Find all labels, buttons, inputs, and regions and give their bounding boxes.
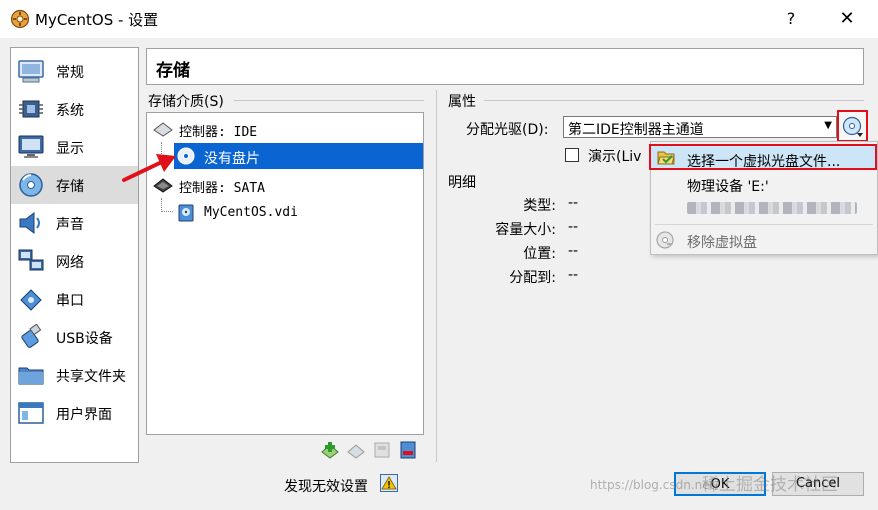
tree-item-hard-disk[interactable]: MyCentOS.vdi [174,200,423,226]
add-controller-icon[interactable] [320,440,340,460]
nav-label: 声音 [56,217,84,233]
annotation-arrow [122,154,176,182]
details-label: 明细 [448,175,476,191]
menu-item-blurred[interactable] [651,195,877,221]
blurred-text [687,202,857,214]
nav-item-general[interactable]: 常规 [11,52,138,90]
nav-item-serial[interactable]: 串口 [11,280,138,318]
storage-tree: 控制器: IDE 没有盘片 控制器: SATA MyCentOS.vdi [146,112,424,435]
detail-value: -- [568,219,579,235]
optical-drive-label: 分配光驱(D): [466,122,549,138]
page-title: 存储 [156,61,190,81]
remove-disc-icon [656,231,674,249]
optical-drive-value: 第二IDE控制器主通道 [568,122,704,138]
optical-drive-select[interactable]: 第二IDE控制器主通道 ▼ [563,116,837,138]
menu-item-label: 移除虚拟盘 [687,235,757,251]
tree-connector [161,198,173,212]
nav-label: 常规 [56,65,84,81]
settings-nav: 常规 系统 显示 存储 声音 网络 串口 USB设备 共享文件夹 用户界面 [10,47,139,463]
nav-item-display[interactable]: 显示 [11,128,138,166]
nav-label: 系统 [56,103,84,119]
watermark-brand: 稀土掘金技术社区 [702,475,838,495]
attributes-label: 属性 [448,94,476,110]
system-chip-icon [19,100,43,118]
usb-icon [21,324,42,348]
nav-item-user-interface[interactable]: 用户界面 [11,394,138,432]
nav-item-system[interactable]: 系统 [11,90,138,128]
window-title: MyCentOS - 设置 [35,11,159,29]
nav-item-audio[interactable]: 声音 [11,204,138,242]
storage-disk-icon [19,173,43,197]
invalid-settings-label: 发现无效设置 [284,479,368,495]
tree-label: 没有盘片 [204,151,260,167]
choose-disc-button[interactable] [837,110,868,142]
divider [484,100,864,101]
menu-item-remove-disc[interactable]: 移除虚拟盘 [651,227,877,253]
nav-label: 存储 [56,179,84,195]
storage-media-label: 存储介质(S) [148,94,224,110]
title-bar: MyCentOS - 设置 ? ✕ [0,0,878,38]
disc-popup-menu: 选择一个虚拟光盘文件... 物理设备 'E:' 移除虚拟盘 [649,141,878,255]
remove-attachment-icon[interactable] [398,440,418,460]
menu-separator [655,224,873,225]
nav-item-shared-folders[interactable]: 共享文件夹 [11,356,138,394]
network-icon [18,249,44,271]
general-icon [18,60,44,83]
folder-open-icon [657,151,675,165]
nav-label: 用户界面 [56,407,112,423]
chevron-down-icon: ▼ [824,120,832,131]
remove-controller-icon[interactable] [346,440,366,460]
tree-label: MyCentOS.vdi [204,205,298,220]
nav-item-network[interactable]: 网络 [11,242,138,280]
warning-icon[interactable] [380,474,398,492]
nav-label: 网络 [56,255,84,271]
user-interface-icon [18,402,44,424]
virtualbox-app-icon [10,9,30,29]
tree-label: 控制器: SATA [179,181,265,196]
menu-item-label: 物理设备 'E:' [687,179,769,195]
divider [234,100,424,101]
tree-item-ide-controller[interactable]: 控制器: IDE [149,116,423,142]
nav-label: USB设备 [56,331,113,347]
detail-key: 类型: [523,198,556,214]
nav-item-usb[interactable]: USB设备 [11,318,138,356]
speaker-icon [19,212,40,234]
detail-key: 容量大小: [495,222,556,238]
vertical-divider [436,90,437,462]
nav-label: 共享文件夹 [56,369,126,385]
page-header: 存储 [146,48,864,85]
close-button[interactable]: ✕ [824,4,870,34]
optical-disc-menu-icon [842,116,863,137]
controller-icon [153,122,173,137]
detail-value: -- [568,267,579,283]
nav-item-storage[interactable]: 存储 [11,166,138,204]
detail-value: -- [568,243,579,259]
add-attachment-icon[interactable] [372,440,392,460]
detail-key: 分配到: [509,270,556,286]
shared-folder-icon [18,367,44,385]
menu-item-physical-drive[interactable]: 物理设备 'E:' [651,171,877,197]
menu-item-label: 选择一个虚拟光盘文件... [687,154,841,170]
nav-label: 串口 [56,293,84,309]
menu-item-choose-disc-file[interactable]: 选择一个虚拟光盘文件... [649,144,877,170]
hard-disk-icon [178,204,194,222]
tree-item-sata-controller[interactable]: 控制器: SATA [149,172,423,198]
tree-item-empty-optical[interactable]: 没有盘片 [174,143,423,169]
tree-label: 控制器: IDE [179,125,258,140]
serial-port-icon [20,289,42,311]
watermark: https://blog.csdn.net/ [590,478,719,492]
help-button[interactable]: ? [768,4,814,34]
tree-toolbar [318,440,424,462]
live-cd-checkbox[interactable] [565,148,579,162]
live-cd-label: 演示(Liv [588,149,642,165]
nav-label: 显示 [56,141,84,157]
detail-key: 位置: [523,246,556,262]
detail-value: -- [568,195,579,211]
monitor-icon [18,135,44,158]
